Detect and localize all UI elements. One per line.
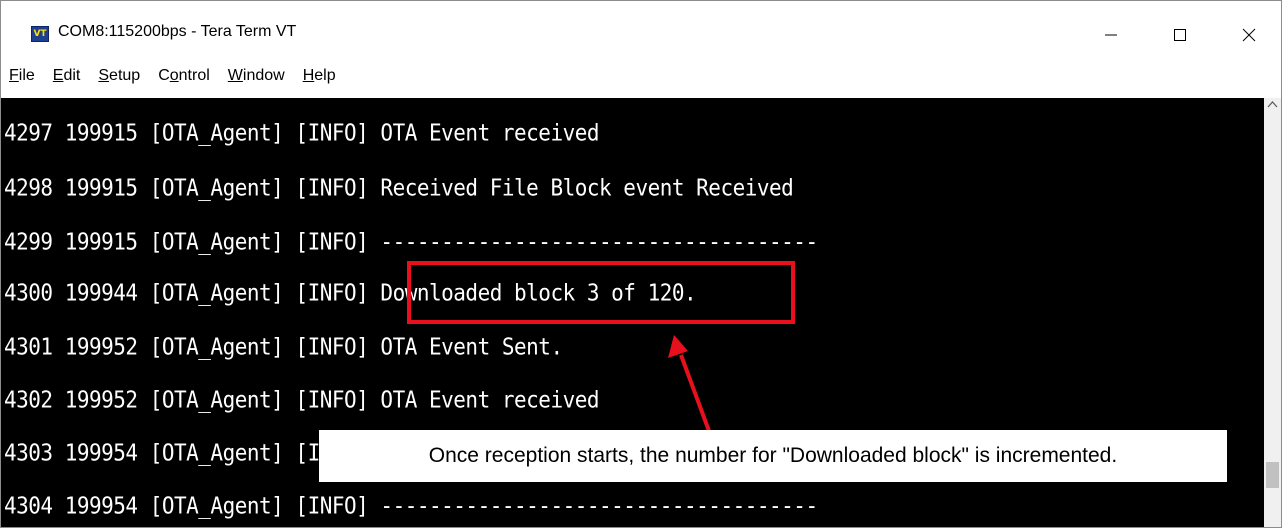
menu-edit[interactable]: Edit xyxy=(53,67,81,85)
terminal-line: 4301 199952 [OTA_Agent] [INFO] OTA Event… xyxy=(4,333,563,360)
terminal-line: 4299 199915 [OTA_Agent] [INFO] ---------… xyxy=(4,228,818,255)
vertical-scrollbar[interactable] xyxy=(1264,98,1281,527)
tera-term-app-icon[interactable]: VT xyxy=(31,26,49,42)
minimize-icon xyxy=(1105,34,1117,36)
highlight-box xyxy=(407,261,795,324)
menu-bar: File Edit Setup Control Window Help xyxy=(1,59,1281,93)
maximize-button[interactable] xyxy=(1157,15,1203,55)
menu-control[interactable]: Control xyxy=(158,67,210,85)
title-bar[interactable]: VT COM8:115200bps - Tera Term VT xyxy=(1,1,1281,59)
close-icon xyxy=(1242,28,1256,42)
minimize-button[interactable] xyxy=(1088,15,1134,55)
menu-help[interactable]: Help xyxy=(303,67,336,85)
window-title: COM8:115200bps - Tera Term VT xyxy=(58,23,297,40)
scroll-up-arrow-icon[interactable] xyxy=(1267,100,1278,108)
menu-file[interactable]: File xyxy=(9,67,35,85)
menu-window[interactable]: Window xyxy=(228,67,285,85)
terminal-line: 4304 199954 [OTA_Agent] [INFO] ---------… xyxy=(4,492,818,519)
menu-setup[interactable]: Setup xyxy=(98,67,140,85)
terminal-line: 4302 199952 [OTA_Agent] [INFO] OTA Event… xyxy=(4,386,600,413)
scrollbar-thumb[interactable] xyxy=(1266,462,1279,488)
tera-term-window: VT COM8:115200bps - Tera Term VT File Ed… xyxy=(0,0,1282,528)
terminal-line: 4298 199915 [OTA_Agent] [INFO] Received … xyxy=(4,174,794,201)
terminal-line: 4297 199915 [OTA_Agent] [INFO] OTA Event… xyxy=(4,119,600,146)
maximize-icon xyxy=(1174,29,1186,41)
annotation-callout: Once reception starts, the number for "D… xyxy=(319,430,1227,482)
close-button[interactable] xyxy=(1226,15,1272,55)
